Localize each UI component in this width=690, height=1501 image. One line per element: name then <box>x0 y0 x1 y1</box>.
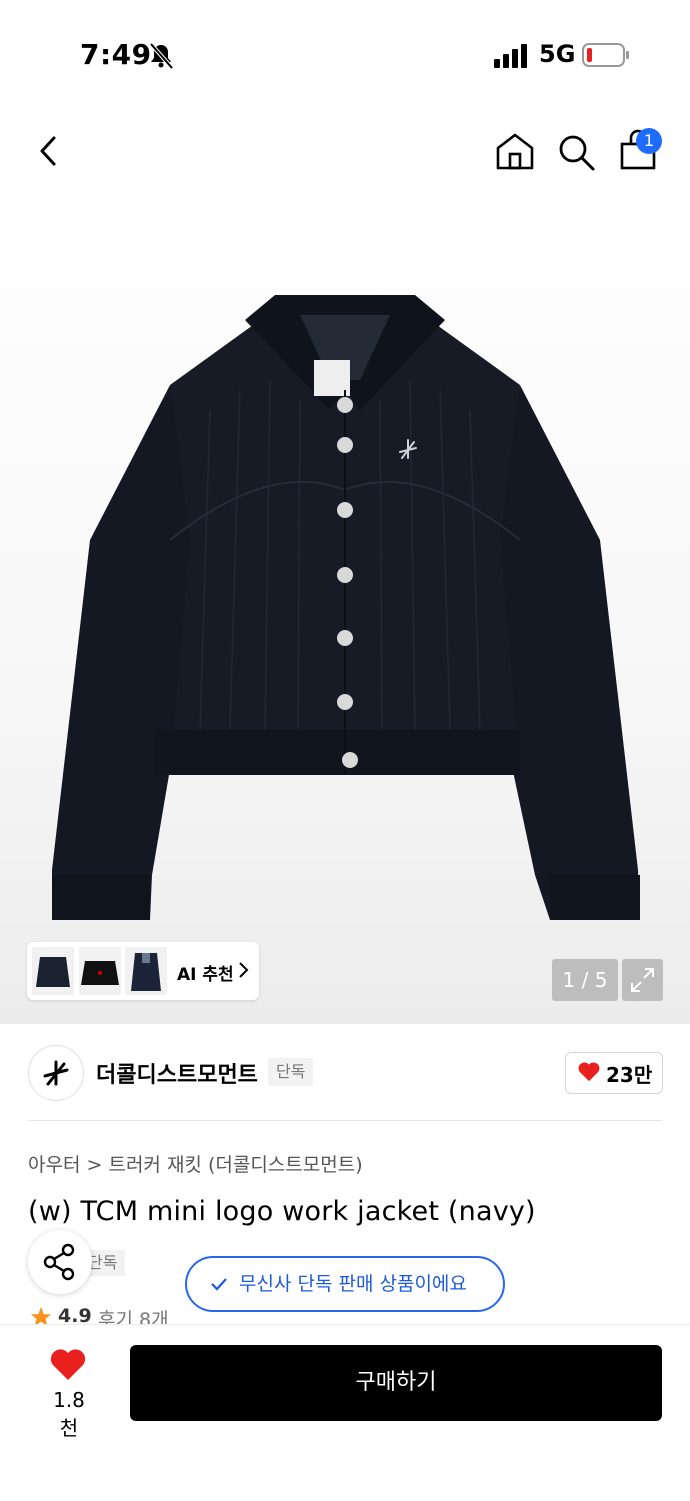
brand-like-count: 23만 <box>606 1063 653 1087</box>
exclusive-toast: 무신사 단독 판매 상품이에요 <box>185 1256 505 1312</box>
network-label: 5G <box>539 40 576 68</box>
check-icon <box>211 1278 227 1291</box>
brand-name[interactable]: 더콜디스트모먼트 <box>96 1057 258 1089</box>
ai-recommend-box[interactable]: AI 추천 <box>27 942 259 1000</box>
breadcrumb-separator: > <box>86 1154 109 1176</box>
share-button[interactable] <box>28 1230 92 1294</box>
buy-button[interactable]: 구매하기 <box>130 1345 662 1421</box>
product-image-jacket <box>52 295 640 920</box>
expand-image-button[interactable] <box>622 959 663 1001</box>
expand-icon <box>631 968 654 992</box>
breadcrumb: 아우터 > 트러커 재킷 (더콜디스트모먼트) <box>28 1150 363 1177</box>
toast-text: 무신사 단독 판매 상품이에요 <box>239 1273 467 1295</box>
cart-count-badge: 1 <box>636 128 662 154</box>
recommend-thumbnail[interactable] <box>32 947 74 995</box>
heart-icon[interactable] <box>50 1348 86 1382</box>
image-counter: 1 / 5 <box>552 959 618 1001</box>
recommend-thumbnail[interactable] <box>79 947 121 995</box>
breadcrumb-subcategory[interactable]: 트러커 재킷 (더콜디스트모먼트) <box>108 1154 362 1176</box>
status-time: 7:49 <box>80 38 152 71</box>
brand-star-icon <box>43 1060 69 1086</box>
wish-count: 1.8천 <box>53 1388 85 1440</box>
chevron-right-icon <box>239 962 249 978</box>
divider <box>28 1120 662 1121</box>
heart-icon <box>578 1062 600 1082</box>
search-icon[interactable] <box>556 132 596 172</box>
bell-muted-icon <box>149 42 174 70</box>
home-icon[interactable] <box>494 130 536 172</box>
ai-recommend-label: AI 추천 <box>177 965 234 985</box>
product-title: (w) TCM mini logo work jacket (navy) <box>28 1196 536 1227</box>
brand-like-button[interactable]: 23만 <box>565 1052 663 1094</box>
breadcrumb-category[interactable]: 아우터 <box>28 1154 80 1176</box>
brand-logo[interactable] <box>28 1045 84 1101</box>
battery-icon <box>582 43 629 67</box>
back-icon[interactable] <box>34 130 64 172</box>
recommend-thumbnail[interactable] <box>125 947 167 995</box>
brand-exclusive-tag: 단독 <box>268 1058 314 1086</box>
share-icon <box>43 1243 75 1281</box>
signal-icon <box>494 44 527 68</box>
